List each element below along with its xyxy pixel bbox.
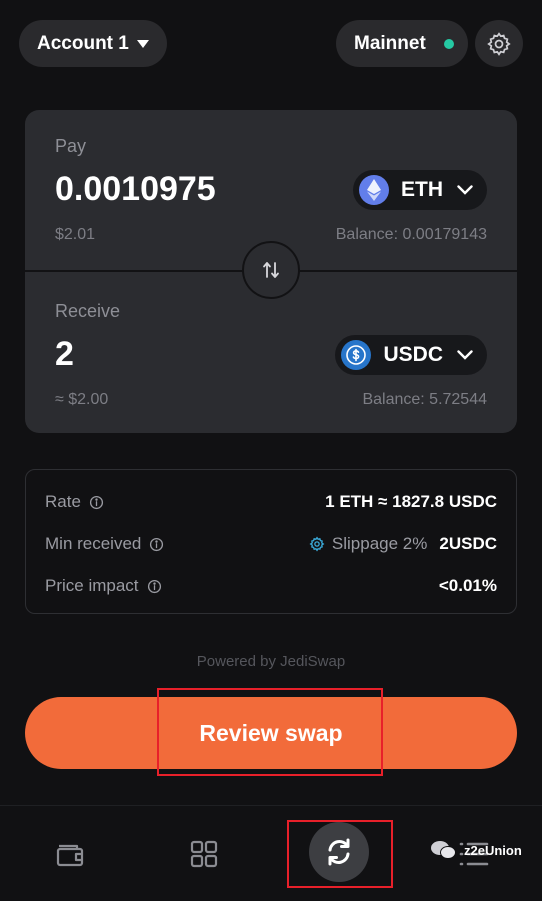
eth-token-icon: [359, 175, 389, 205]
slippage-setting[interactable]: Slippage 2% 2USDC: [309, 534, 497, 554]
rate-label: Rate: [45, 492, 81, 511]
swap-details-panel: Rate 1 ETH ≈ 1827.8 USDC Min received Sl…: [25, 469, 517, 614]
receive-amount-input[interactable]: 2: [55, 335, 74, 374]
caret-down-icon: [136, 39, 149, 48]
swap-arrows-icon: [263, 262, 279, 278]
min-received-label: Min received: [45, 534, 142, 553]
receive-label: Receive: [55, 301, 121, 321]
rate-row: Rate 1 ETH ≈ 1827.8 USDC: [45, 490, 497, 514]
nav-swap[interactable]: [309, 822, 369, 882]
nav-apps[interactable]: [184, 834, 224, 874]
swap-screen: Account 1 Mainnet Pay 0.0010975 ETH $2.0…: [0, 0, 542, 901]
receive-fiat-value: ≈ $2.00: [55, 391, 109, 408]
rate-value: 1 ETH ≈ 1827.8 USDC: [325, 492, 497, 511]
swap-icon: [328, 838, 350, 866]
watermark: z2eUnion: [430, 840, 522, 860]
wechat-icon: [431, 841, 456, 859]
watermark-text: z2eUnion: [464, 842, 522, 858]
review-swap-button[interactable]: Review swap: [25, 697, 517, 769]
pay-label: Pay: [55, 136, 87, 156]
settings-button[interactable]: [475, 20, 523, 67]
receive-token-selector[interactable]: USDC: [335, 335, 487, 375]
wallet-icon: [56, 844, 84, 867]
network-label: Mainnet: [354, 32, 426, 54]
info-icon[interactable]: [89, 495, 104, 510]
min-received-row: Min received Slippage 2% 2USDC: [45, 532, 497, 556]
price-impact-value: <0.01%: [438, 576, 497, 595]
network-selector[interactable]: Mainnet: [336, 20, 468, 67]
price-impact-row: Price impact <0.01%: [45, 574, 497, 598]
gear-icon: [309, 536, 325, 552]
slippage-label: Slippage 2%: [331, 534, 428, 553]
swap-direction-button[interactable]: [242, 241, 300, 299]
price-impact-label: Price impact: [45, 576, 139, 595]
network-status-dot: [443, 38, 454, 49]
pay-balance: Balance: 0.00179143: [335, 226, 487, 243]
pay-fiat-value: $2.01: [55, 226, 96, 243]
swap-card: Pay 0.0010975 ETH $2.01 Balance: 0.00179…: [25, 110, 517, 433]
account-selector[interactable]: Account 1: [19, 20, 167, 67]
receive-balance: Balance: 5.72544: [362, 391, 487, 408]
pay-token-selector[interactable]: ETH: [353, 170, 487, 210]
chevron-down-icon: [457, 350, 473, 360]
min-received-value: 2USDC: [439, 534, 497, 553]
receive-token-symbol: USDC: [383, 343, 443, 366]
chevron-down-icon: [457, 185, 473, 195]
powered-by-text: Powered by JediSwap: [196, 653, 346, 670]
nav-wallet[interactable]: [50, 834, 90, 874]
info-icon[interactable]: [147, 579, 162, 594]
pay-amount-input[interactable]: 0.0010975: [55, 170, 216, 209]
account-label: Account 1: [37, 32, 129, 54]
gear-icon: [487, 31, 511, 56]
apps-grid-icon: [190, 840, 218, 868]
pay-token-symbol: ETH: [401, 178, 443, 201]
info-icon[interactable]: [149, 537, 164, 552]
usdc-token-icon: [341, 340, 372, 370]
